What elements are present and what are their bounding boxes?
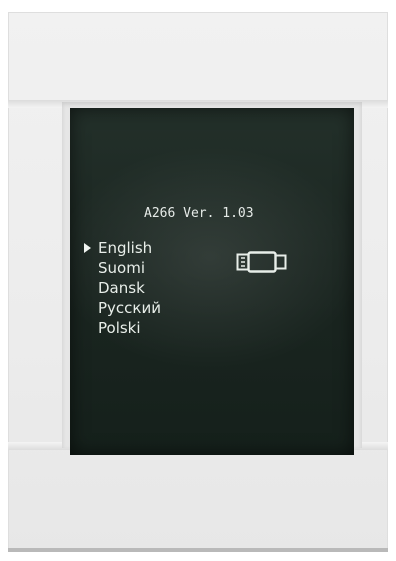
language-item-russian[interactable]: Русский bbox=[84, 298, 161, 318]
triangle-right-icon bbox=[84, 243, 91, 253]
panel-shadow bbox=[8, 548, 388, 552]
language-menu: English Suomi Dansk Русский Polski bbox=[84, 238, 161, 338]
usb-connector-icon bbox=[236, 251, 287, 273]
language-label: Русский bbox=[98, 299, 161, 317]
language-label: English bbox=[98, 239, 153, 257]
language-label: Dansk bbox=[98, 279, 145, 297]
language-item-suomi[interactable]: Suomi bbox=[84, 258, 161, 278]
language-label: Polski bbox=[98, 319, 141, 337]
language-item-dansk[interactable]: Dansk bbox=[84, 278, 161, 298]
language-item-polski[interactable]: Polski bbox=[84, 318, 161, 338]
device-photo: A266 Ver. 1.03 English Suomi Dansk Русск… bbox=[0, 0, 396, 561]
language-label: Suomi bbox=[98, 259, 145, 277]
firmware-version: A266 Ver. 1.03 bbox=[144, 206, 254, 221]
language-item-english[interactable]: English bbox=[84, 238, 161, 258]
lcd-screen: A266 Ver. 1.03 English Suomi Dansk Русск… bbox=[70, 108, 354, 455]
